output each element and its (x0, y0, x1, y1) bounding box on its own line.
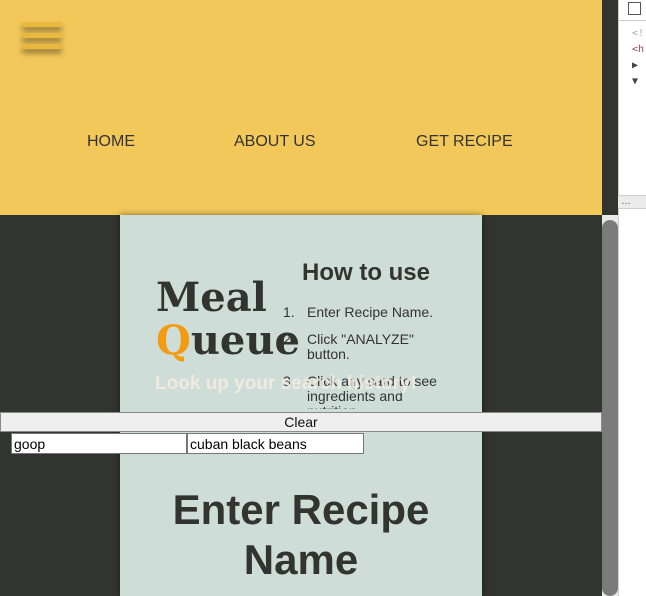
history-entry-input[interactable] (187, 433, 364, 454)
nav-link-about-us[interactable]: ABOUT US (234, 133, 316, 151)
how-to-step-text: Enter Recipe Name. (307, 305, 434, 320)
devtools-dom-line: <h (632, 44, 645, 55)
logo-line-queue: Queue (156, 319, 300, 362)
history-entry-input[interactable] (11, 433, 187, 454)
how-to-step: 1. Enter Recipe Name. (283, 305, 434, 320)
nav-link-get-recipe[interactable]: GET RECIPE (416, 133, 513, 151)
enter-recipe-name-title: Enter Recipe Name (172, 486, 430, 583)
how-to-use-title: How to use (302, 259, 431, 286)
how-to-step-text: Click "ANALYZE" button. (307, 331, 414, 362)
devtools-split-handle[interactable]: … (618, 195, 646, 209)
hamburger-menu-icon[interactable] (22, 22, 62, 54)
page-scrollbar-thumb[interactable] (602, 220, 618, 596)
expand-triangle-icon[interactable]: ▶ (632, 58, 638, 74)
nav-link-home[interactable]: HOME (87, 133, 135, 151)
inspect-element-icon[interactable] (628, 2, 641, 15)
clear-history-button[interactable]: Clear (0, 412, 602, 432)
logo-q-letter: Q (156, 317, 191, 364)
search-history-heading: Look up your search history! (155, 373, 417, 394)
meal-queue-logo: Meal Queue (156, 276, 300, 362)
logo-line-meal: Meal (156, 274, 267, 321)
top-header: HOME ABOUT US GET RECIPE (0, 0, 602, 215)
how-to-step: 2. Click "ANALYZE" button. (283, 331, 414, 362)
devtools-dom-line: <! (632, 28, 645, 39)
collapse-triangle-icon[interactable]: ▼ (632, 74, 638, 90)
